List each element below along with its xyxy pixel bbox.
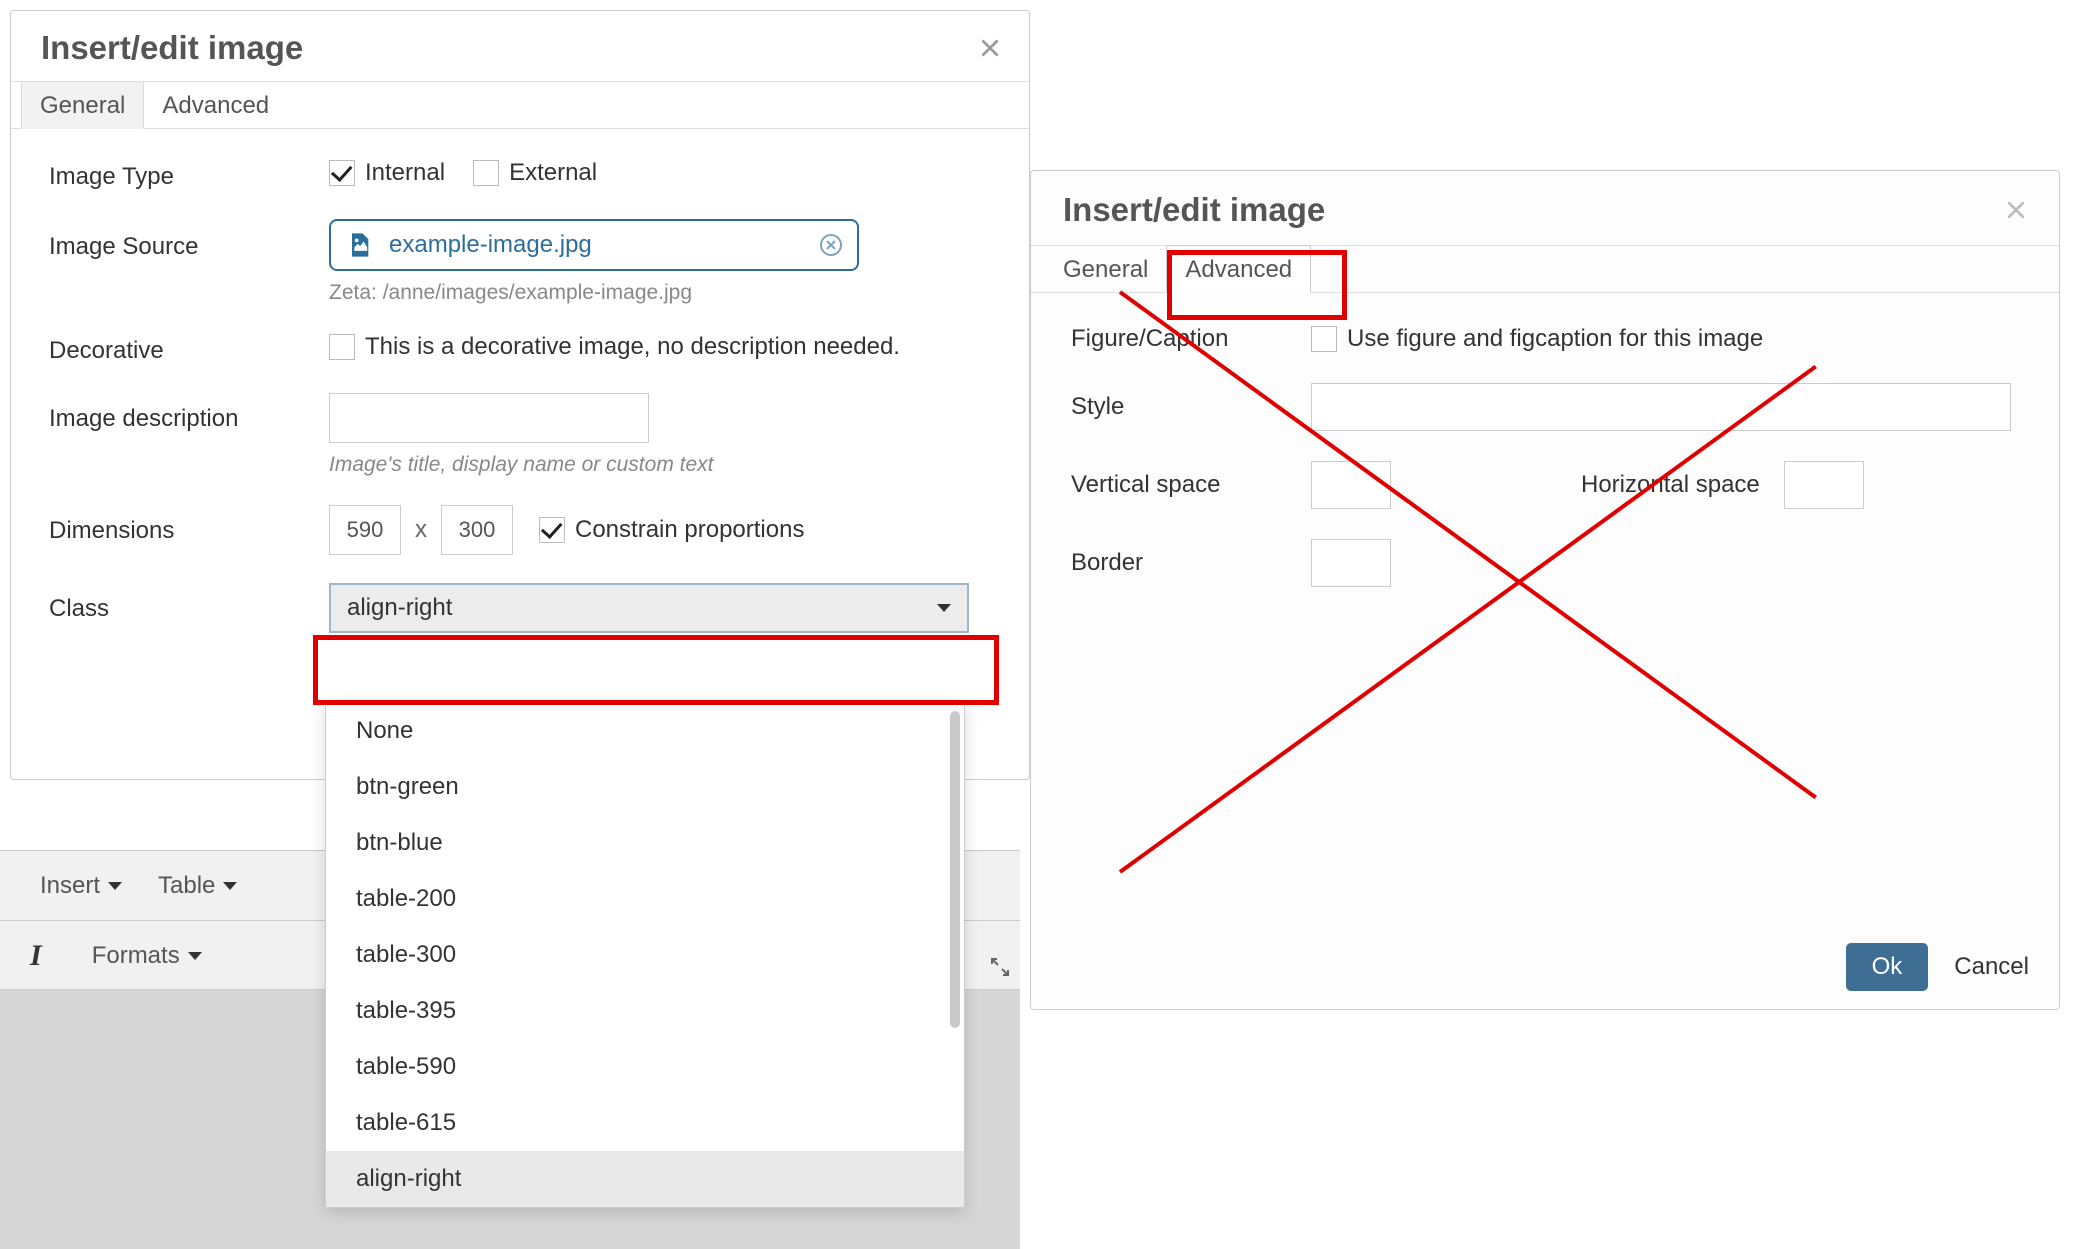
vertical-space-label: Vertical space [1071,471,1311,499]
caret-down-icon [223,882,237,890]
insert-edit-image-dialog-advanced: Insert/edit image General Advanced Figur… [1030,170,2060,1010]
checkbox-icon [473,160,499,186]
decorative-label: Decorative [49,333,329,365]
decorative-checkbox[interactable]: This is a decorative image, no descripti… [329,333,900,361]
checkbox-icon [329,334,355,360]
image-description-hint: Image's title, display name or custom te… [329,453,995,477]
toolbar-table-label: Table [158,872,215,900]
image-source-filename: example-image.jpg [389,231,592,259]
vertical-space-input[interactable] [1311,461,1391,509]
style-input[interactable] [1311,383,2011,431]
insert-edit-image-dialog-general: Insert/edit image General Advanced Image… [10,10,1030,780]
checkbox-label: Internal [365,159,445,187]
tab-general[interactable]: General [21,81,144,129]
clear-source-icon[interactable] [819,233,843,257]
class-option[interactable]: table-615 [326,1095,964,1151]
image-source-chip[interactable]: example-image.jpg [329,219,859,271]
tab-label: Advanced [1185,256,1292,283]
class-option[interactable]: align-right [326,1151,964,1207]
fullscreen-icon[interactable] [988,955,1012,986]
dimensions-label: Dimensions [49,505,329,545]
image-type-label: Image Type [49,159,329,191]
scrollbar-thumb[interactable] [950,711,960,1028]
dialog-title: Insert/edit image [41,29,303,67]
checkbox-checked-icon [329,160,355,186]
image-description-input[interactable] [329,393,649,443]
dimension-separator: x [415,516,427,544]
cancel-button[interactable]: Cancel [1954,953,2029,981]
class-option[interactable]: btn-blue [326,815,964,871]
tab-label: General [40,92,125,119]
tab-advanced[interactable]: Advanced [144,82,287,128]
tab-advanced[interactable]: Advanced [1166,245,1311,293]
class-select-value: align-right [347,594,452,622]
image-file-icon [345,231,373,259]
toolbar-table[interactable]: Table [158,872,237,900]
checkbox-label: This is a decorative image, no descripti… [365,333,900,361]
italic-icon[interactable]: I [30,939,42,973]
toolbar-insert[interactable]: Insert [40,872,122,900]
image-type-external[interactable]: External [473,159,597,187]
class-select[interactable]: align-right [329,583,969,633]
checkbox-label: Constrain proportions [575,516,804,544]
class-option[interactable]: table-590 [326,1039,964,1095]
checkbox-checked-icon [539,517,565,543]
checkbox-icon [1311,326,1337,352]
class-label: Class [49,583,329,623]
dimension-width-input[interactable] [329,505,401,555]
dialog-tabs: General Advanced [1031,245,2059,293]
class-option[interactable]: table-395 [326,983,964,1039]
class-option[interactable]: table-200 [326,871,964,927]
dialog-title: Insert/edit image [1063,191,1325,229]
caret-down-icon [937,604,951,612]
horizontal-space-input[interactable] [1784,461,1864,509]
class-option[interactable]: btn-green [326,759,964,815]
image-type-internal[interactable]: Internal [329,159,445,187]
dialog-tabs: General Advanced [11,81,1029,129]
image-source-label: Image Source [49,219,329,261]
constrain-proportions-checkbox[interactable]: Constrain proportions [539,516,804,544]
tab-general[interactable]: General [1045,246,1166,292]
image-description-label: Image description [49,393,329,433]
ok-button[interactable]: Ok [1846,943,1929,991]
class-option[interactable]: None [326,703,964,759]
caret-down-icon [188,952,202,960]
tab-label: General [1063,256,1148,283]
class-option[interactable]: table-300 [326,927,964,983]
horizontal-space-label: Horizontal space [1581,471,1760,499]
image-source-path-hint: Zeta: /anne/images/example-image.jpg [329,281,995,305]
close-icon[interactable] [2003,197,2029,223]
dropdown-scrollbar[interactable] [950,711,960,1199]
border-input[interactable] [1311,539,1391,587]
figure-caption-label: Figure/Caption [1071,325,1311,353]
toolbar-insert-label: Insert [40,872,100,900]
cancel-button-label: Cancel [1954,953,2029,980]
tab-label: Advanced [162,92,269,119]
class-dropdown: None btn-green btn-blue table-200 table-… [325,702,965,1208]
toolbar-formats-label: Formats [92,942,180,970]
style-label: Style [1071,393,1311,421]
dimension-height-input[interactable] [441,505,513,555]
figure-caption-checkbox[interactable]: Use figure and figcaption for this image [1311,325,1763,353]
border-label: Border [1071,549,1311,577]
toolbar-formats[interactable]: Formats [92,942,202,970]
ok-button-label: Ok [1872,953,1903,980]
caret-down-icon [108,882,122,890]
checkbox-label: Use figure and figcaption for this image [1347,325,1763,353]
close-icon[interactable] [977,35,1003,61]
checkbox-label: External [509,159,597,187]
